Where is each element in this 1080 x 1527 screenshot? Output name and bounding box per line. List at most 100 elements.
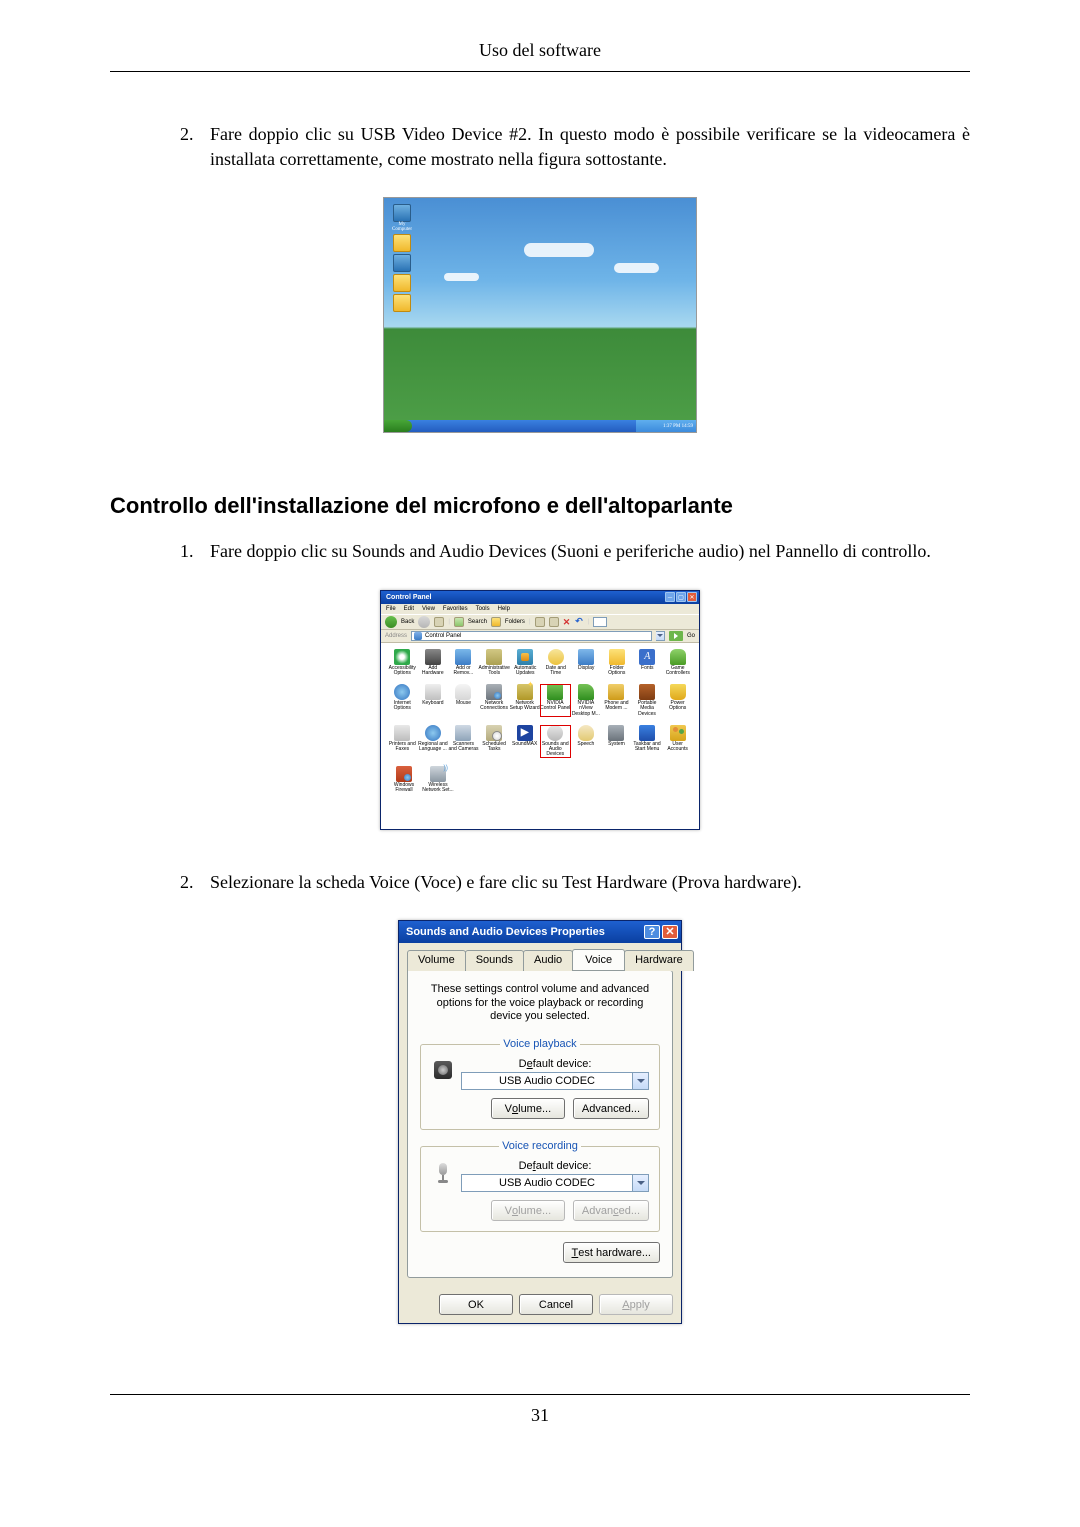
cancel-button[interactable]: Cancel — [519, 1294, 593, 1315]
playback-device-combo[interactable]: USB Audio CODEC — [461, 1072, 649, 1090]
menubar[interactable]: File Edit View Favorites Tools Help — [381, 604, 699, 614]
recording-device-combo[interactable]: USB Audio CODEC — [461, 1174, 649, 1192]
cp-item-speech[interactable]: Speech — [571, 725, 602, 758]
menu-view[interactable]: View — [422, 606, 435, 612]
cp-item-scheduled-tasks[interactable]: Scheduled Tasks — [479, 725, 510, 758]
mouse-icon — [455, 684, 471, 700]
default-device-label: Default device: — [461, 1058, 649, 1070]
go-label: Go — [687, 633, 695, 639]
desktop-icon-mycomputer[interactable]: My Computer — [388, 204, 416, 232]
nvidia-nview-icon — [578, 684, 594, 700]
cp-item-nvidia-nview[interactable]: NVIDIA nView Desktop M... — [571, 684, 602, 717]
step-number: 1. — [180, 539, 210, 564]
desktop-icon[interactable] — [388, 234, 416, 252]
cp-item-network-setup-wizard[interactable]: Network Setup Wizard — [509, 684, 540, 717]
chevron-down-icon[interactable] — [633, 1174, 649, 1192]
folder-icon — [393, 274, 411, 292]
dialog-titlebar[interactable]: Sounds and Audio Devices Properties ? ✕ — [399, 921, 681, 943]
tab-audio[interactable]: Audio — [523, 950, 573, 971]
copyto-icon[interactable] — [549, 617, 559, 627]
address-combo[interactable]: Control Panel — [411, 631, 652, 641]
step-text: Selezionare la scheda Voice (Voce) e far… — [210, 870, 970, 895]
folders-icon[interactable] — [491, 617, 501, 627]
cp-item-power-options[interactable]: Power Options — [662, 684, 693, 717]
undo-icon[interactable]: ↶ — [575, 617, 584, 626]
cp-item-nvidia-cp[interactable]: NVIDIA Control Panel — [540, 684, 571, 717]
tab-hardware[interactable]: Hardware — [624, 950, 694, 971]
maximize-button[interactable]: ▢ — [676, 592, 686, 602]
menu-tools[interactable]: Tools — [476, 606, 490, 612]
cp-item-automatic-updates[interactable]: Automatic Updates — [510, 649, 541, 677]
control-panel-window: Control Panel － ▢ ✕ File Edit View Favor… — [380, 590, 700, 830]
recording-volume-button: Volume... — [491, 1200, 565, 1221]
sounds-audio-properties-dialog: Sounds and Audio Devices Properties ? ✕ … — [398, 920, 682, 1324]
minimize-button[interactable]: － — [665, 592, 675, 602]
figure-control-panel: Control Panel － ▢ ✕ File Edit View Favor… — [110, 590, 970, 830]
cp-item-accessibility[interactable]: Accessibility Options — [387, 649, 418, 677]
cp-item-internet-options[interactable]: Internet Options — [387, 684, 418, 717]
ok-button[interactable]: OK — [439, 1294, 513, 1315]
cp-item-portable-media[interactable]: Portable Media Devices — [632, 684, 663, 717]
menu-edit[interactable]: Edit — [404, 606, 414, 612]
close-button[interactable]: ✕ — [687, 592, 697, 602]
cp-item-admin-tools[interactable]: Administrative Tools — [479, 649, 510, 677]
playback-volume-button[interactable]: Volume... — [491, 1098, 565, 1119]
address-value: Control Panel — [425, 633, 461, 639]
cp-item-soundmax[interactable]: ▶SoundMAX — [509, 725, 540, 758]
cp-item-network-connections[interactable]: Network Connections — [479, 684, 510, 717]
cp-item-wireless-network[interactable]: Wireless Network Set... — [421, 766, 455, 794]
cp-item-add-hardware[interactable]: Add Hardware — [418, 649, 449, 677]
cp-item-add-remove[interactable]: Add or Remov... — [448, 649, 479, 677]
test-hardware-button[interactable]: Test hardware... — [563, 1242, 661, 1263]
tab-sounds[interactable]: Sounds — [465, 950, 524, 971]
step-1: 1. Fare doppio clic su Sounds and Audio … — [110, 539, 970, 564]
desktop-icon[interactable] — [388, 294, 416, 312]
address-dropdown-arrow[interactable] — [656, 631, 665, 641]
up-button[interactable] — [434, 617, 444, 627]
cp-item-printers-faxes[interactable]: Printers and Faxes — [387, 725, 418, 758]
cp-item-taskbar-startmenu[interactable]: Taskbar and Start Menu — [632, 725, 663, 758]
forward-button[interactable] — [418, 616, 430, 628]
cp-item-windows-firewall[interactable]: Windows Firewall — [387, 766, 421, 794]
menu-favorites[interactable]: Favorites — [443, 606, 468, 612]
cp-item-system[interactable]: System — [601, 725, 632, 758]
cp-item-user-accounts[interactable]: User Accounts — [662, 725, 693, 758]
desktop-icon-label: My Computer — [388, 222, 416, 232]
views-button[interactable] — [593, 617, 607, 627]
date-time-icon — [548, 649, 564, 665]
taskbar-startmenu-icon — [639, 725, 655, 741]
window-titlebar[interactable]: Control Panel － ▢ ✕ — [381, 591, 699, 604]
close-button[interactable]: ✕ — [662, 925, 678, 939]
menu-help[interactable]: Help — [498, 606, 510, 612]
cp-item-display[interactable]: Display — [571, 649, 602, 677]
playback-advanced-button[interactable]: Advanced... — [573, 1098, 649, 1119]
back-button[interactable] — [385, 616, 397, 628]
cp-item-scanners-cameras[interactable]: Scanners and Cameras — [448, 725, 479, 758]
cp-item-keyboard[interactable]: Keyboard — [418, 684, 449, 717]
cp-item-phone-modem[interactable]: Phone and Modem ... — [601, 684, 632, 717]
section-heading: Controllo dell'installazione del microfo… — [110, 493, 970, 519]
cp-item-fonts[interactable]: AFonts — [632, 649, 663, 677]
moveto-icon[interactable] — [535, 617, 545, 627]
delete-icon[interactable]: ✕ — [563, 618, 571, 626]
tab-voice[interactable]: Voice — [572, 949, 625, 970]
tab-volume[interactable]: Volume — [407, 950, 466, 971]
system-tray[interactable]: 1:37 PM 14:59 — [636, 420, 696, 432]
taskbar[interactable]: 1:37 PM 14:59 — [384, 420, 696, 432]
cp-item-regional-language[interactable]: Regional and Language ... — [418, 725, 449, 758]
help-button[interactable]: ? — [644, 925, 660, 939]
cp-item-game-controllers[interactable]: Game Controllers — [663, 649, 694, 677]
go-button[interactable] — [669, 631, 683, 641]
start-button[interactable] — [384, 420, 412, 432]
cp-item-mouse[interactable]: Mouse — [448, 684, 479, 717]
search-icon[interactable] — [454, 617, 464, 627]
cp-item-folder-options[interactable]: Folder Options — [602, 649, 633, 677]
chevron-down-icon[interactable] — [633, 1072, 649, 1090]
folders-label: Folders — [505, 619, 525, 625]
monitor-icon — [393, 204, 411, 222]
desktop-icon[interactable] — [388, 274, 416, 292]
desktop-icon[interactable] — [388, 254, 416, 272]
cp-item-sounds-audio-devices[interactable]: Sounds and Audio Devices — [540, 725, 571, 758]
menu-file[interactable]: File — [386, 606, 396, 612]
cp-item-date-time[interactable]: Date and Time — [540, 649, 571, 677]
